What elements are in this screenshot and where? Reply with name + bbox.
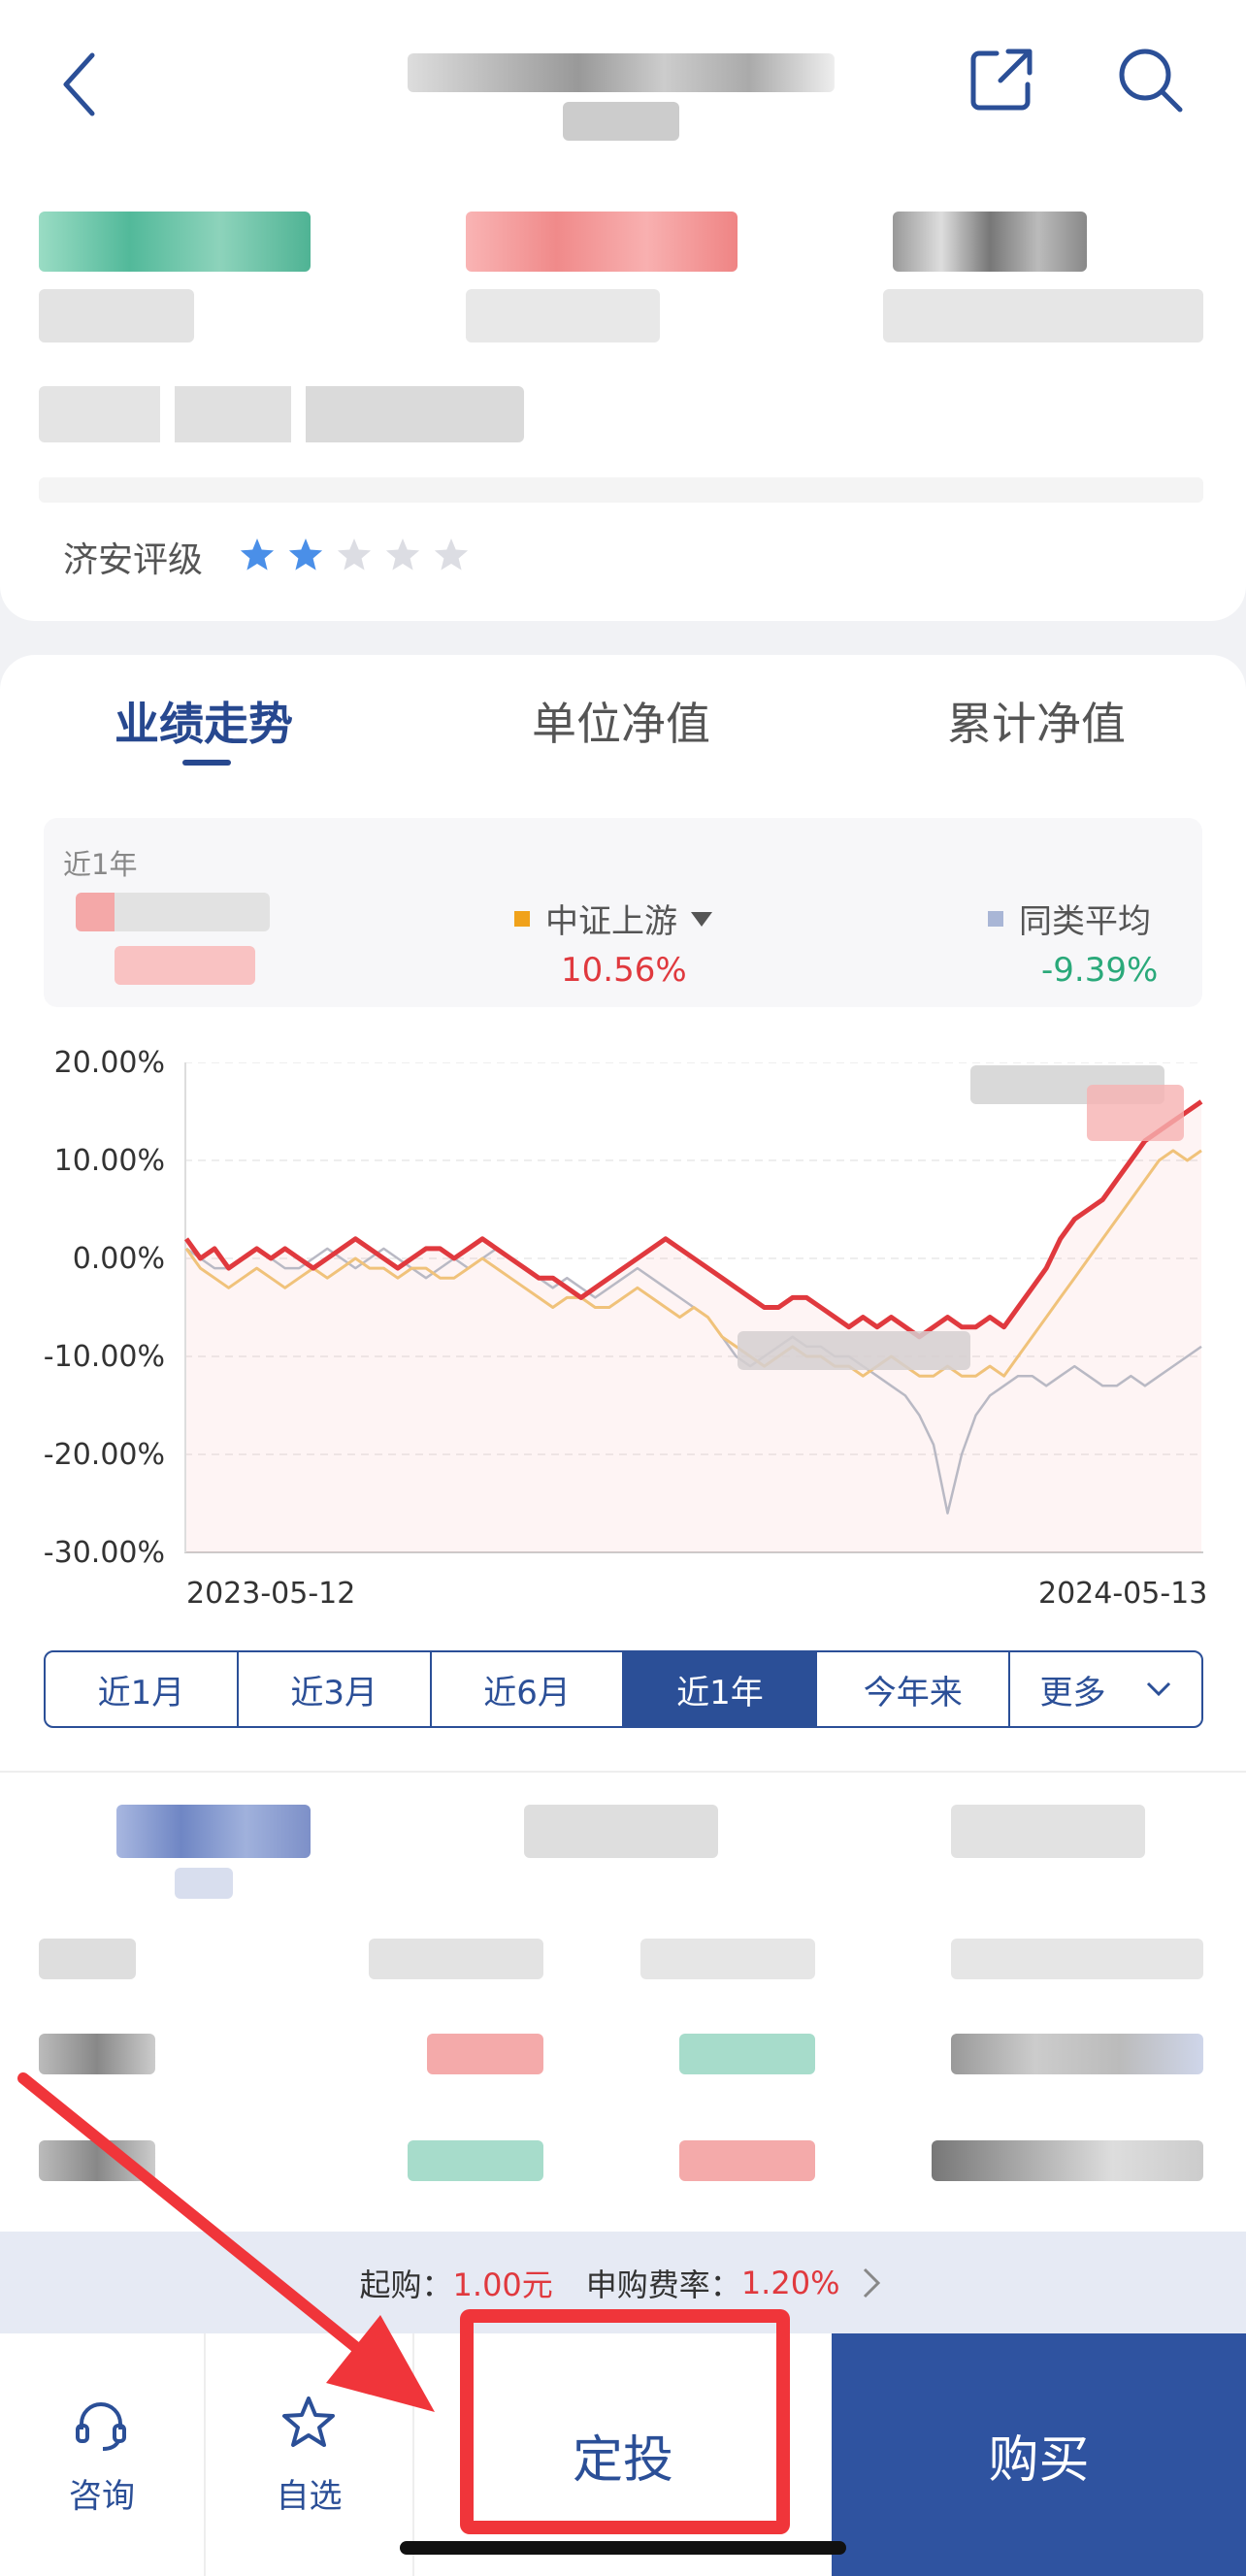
period-label: 近1年 <box>63 848 138 881</box>
fund-title <box>408 53 835 92</box>
period-1m[interactable]: 近1月 <box>46 1652 239 1726</box>
period-selector: 近1月 近3月 近6月 近1年 今年来 更多 <box>44 1650 1203 1728</box>
annotation-arrow-icon <box>17 2072 435 2412</box>
fund-return-label <box>76 893 270 931</box>
watchlist-label: 自选 <box>276 2477 343 2516</box>
fund-info-line <box>39 477 1203 503</box>
stats-tab-3 <box>951 1805 1145 1858</box>
chart-marker-blur <box>738 1331 970 1370</box>
y-tick-label: 20.00% <box>53 1046 165 1080</box>
annotation-highlight-box <box>460 2309 790 2534</box>
back-button[interactable] <box>49 44 116 121</box>
chart-tooltip-value-blur <box>1087 1085 1184 1141</box>
tab-cumulative-nav[interactable]: 累计净值 <box>947 689 1126 753</box>
fee-rate-value: 1.20% <box>740 2264 840 2301</box>
period-ytd[interactable]: 今年来 <box>817 1652 1011 1726</box>
metric-label-1 <box>39 289 194 342</box>
benchmark-marker <box>514 910 530 927</box>
search-icon <box>1119 49 1183 113</box>
stats-row-1 <box>369 1939 543 1979</box>
x-start-label: 2023-05-12 <box>186 1577 356 1611</box>
stats-row-3 <box>932 2140 1203 2181</box>
home-indicator <box>400 2541 846 2555</box>
search-button[interactable] <box>1114 44 1187 116</box>
period-more-label: 更多 <box>1039 1673 1106 1712</box>
benchmark-value: 10.56% <box>561 951 687 990</box>
peer-value: -9.39% <box>1041 951 1159 990</box>
metric-label-3 <box>883 289 1203 342</box>
benchmark-legend-item[interactable]: 中证上游 <box>514 895 716 942</box>
stats-tab-2 <box>524 1805 718 1858</box>
share-button[interactable] <box>966 44 1038 116</box>
consult-label: 咨询 <box>69 2477 135 2516</box>
share-icon <box>970 49 1033 111</box>
period-more[interactable]: 更多 <box>1010 1652 1201 1726</box>
stats-tab-1-sub <box>175 1868 233 1899</box>
period-1y[interactable]: 近1年 <box>624 1652 818 1726</box>
metric-value-3 <box>893 212 1087 272</box>
benchmark-label: 中证上游 <box>545 902 677 941</box>
fund-tags <box>39 386 524 442</box>
stats-tab-1 <box>116 1805 311 1858</box>
star-empty-icon <box>385 538 420 571</box>
stats-row-1 <box>39 1939 136 1979</box>
y-tick-label: 10.00% <box>53 1144 165 1178</box>
buy-button[interactable]: 购买 <box>832 2333 1246 2576</box>
fee-rate-label: 申购费率： <box>585 2266 741 2303</box>
stats-row-1 <box>951 1939 1203 1979</box>
rating-label: 济安评级 <box>63 540 204 580</box>
period-3m[interactable]: 近3月 <box>239 1652 432 1726</box>
peer-label: 同类平均 <box>1019 902 1151 941</box>
chevron-right-icon <box>864 2267 881 2298</box>
tab-active-indicator <box>182 760 231 766</box>
peer-marker <box>988 910 1003 927</box>
chevron-down-icon <box>1146 1681 1170 1697</box>
performance-chart[interactable] <box>184 1062 1203 1557</box>
y-tick-label: -30.00% <box>43 1536 165 1570</box>
period-6m[interactable]: 近6月 <box>432 1652 625 1726</box>
fund-code <box>563 102 679 141</box>
series-area <box>186 1101 1201 1552</box>
stats-row-1 <box>640 1939 815 1979</box>
caret-down-icon <box>691 911 712 927</box>
y-tick-label: -20.00% <box>43 1438 165 1472</box>
y-tick-label: 0.00% <box>72 1242 165 1276</box>
tab-performance[interactable]: 业绩走势 <box>115 689 293 753</box>
star-filled-icon <box>240 538 275 571</box>
star-empty-icon <box>337 538 372 571</box>
star-empty-icon <box>434 538 469 571</box>
stats-row-3 <box>679 2140 815 2181</box>
chevron-left-icon <box>63 52 95 116</box>
min-purchase-value: 1.00元 <box>452 2266 553 2303</box>
y-tick-label: -10.00% <box>43 1340 165 1374</box>
stats-row-2 <box>679 2034 815 2074</box>
metric-value-1 <box>39 212 311 272</box>
stats-row-2 <box>951 2034 1203 2074</box>
fund-return-value <box>115 946 255 985</box>
section-divider <box>0 1771 1246 1773</box>
tab-unit-nav[interactable]: 单位净值 <box>532 689 710 753</box>
metric-value-2 <box>466 212 738 272</box>
metric-label-2 <box>466 289 660 342</box>
star-filled-icon <box>288 538 323 571</box>
x-end-label: 2024-05-13 <box>1038 1577 1208 1611</box>
rating-stars <box>238 532 490 580</box>
peer-legend-item: 同类平均 <box>988 895 1151 942</box>
buy-label: 购买 <box>988 2430 1090 2490</box>
star-icons <box>240 538 469 571</box>
